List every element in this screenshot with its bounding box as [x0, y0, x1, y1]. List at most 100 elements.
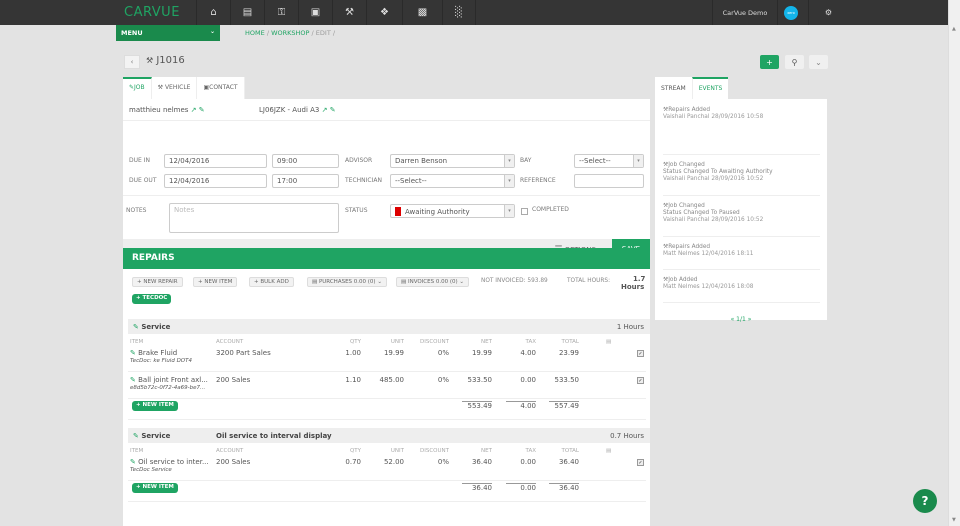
new-item-button[interactable]: + NEW ITEM [132, 483, 178, 493]
due-in-time-input[interactable]: 09:00 [272, 154, 339, 168]
pencil-icon[interactable]: ✎ [130, 349, 136, 357]
new-item-button[interactable]: + NEW ITEM [193, 277, 238, 287]
more-button[interactable]: ⌄ [809, 55, 828, 69]
notes-textarea[interactable]: Notes [169, 203, 339, 233]
settings-gear-icon[interactable]: ⚙ [808, 0, 848, 25]
box-icon[interactable]: ▣ [298, 0, 332, 25]
item-total: 533.50 [554, 376, 580, 384]
pencil-icon[interactable]: ✎ [330, 106, 336, 114]
user-menu[interactable]: CarVue Demo [712, 0, 778, 25]
menu-dropdown[interactable]: MENU ⌄ [116, 25, 220, 41]
technician-label: TECHNICIAN [345, 177, 382, 184]
event-item: ⚒Job Added Matt Nelmes 12/04/2016 18:08 [663, 277, 820, 291]
tab-contact[interactable]: ▣CONTACT [197, 77, 245, 99]
search-button[interactable]: ⚲ [785, 55, 804, 69]
column-header: ITEM [130, 448, 144, 454]
total-hours-unit: Hours [621, 283, 645, 291]
money-icon[interactable]: ▩ [402, 0, 442, 25]
add-button[interactable]: + [760, 55, 779, 69]
pencil-icon[interactable]: ✎ [133, 323, 139, 331]
scroll-up-arrow-icon[interactable]: ▲ [952, 26, 956, 32]
external-link-icon[interactable]: ↗ [322, 106, 328, 114]
not-invoiced-total: NOT INVOICED: 593.89 [481, 278, 548, 284]
page-scrollbar[interactable]: ▲ ▼ [948, 0, 960, 526]
event-item: ⚒Repairs Added Vaishali Panchal 28/09/201… [663, 107, 820, 121]
bulk-add-button[interactable]: + BULK ADD [249, 277, 294, 287]
home-icon[interactable]: ⌂ [196, 0, 230, 25]
advisor-select[interactable]: Darren Benson ▾ [390, 154, 515, 168]
tecdoc-button[interactable]: + TECDOC [132, 294, 172, 304]
advisor-value: Darren Benson [395, 157, 448, 165]
vehicle-link[interactable]: LJ06JZK - Audi A3 ↗ ✎ [259, 106, 336, 114]
pencil-icon[interactable]: ✎ [199, 106, 205, 114]
book-icon[interactable]: ▤ [230, 0, 264, 25]
due-out-time-input[interactable]: 17:00 [272, 174, 339, 188]
completed-checkbox[interactable] [521, 208, 528, 215]
service-total-net: 553.49 [462, 401, 492, 410]
wrench-icon[interactable]: ⚒ [332, 0, 366, 25]
service-name[interactable]: Service [141, 323, 170, 331]
technician-select[interactable]: --Select-- ▾ [390, 174, 515, 188]
pencil-icon[interactable]: ✎ [130, 376, 136, 384]
new-repair-button[interactable]: + NEW REPAIR [132, 277, 183, 287]
item-name[interactable]: ✎ Ball joint Front axl... [130, 376, 208, 384]
events-pagination[interactable]: « 1/1 » [655, 316, 827, 323]
scroll-down-arrow-icon[interactable]: ▼ [952, 517, 956, 523]
bay-value: --Select-- [579, 157, 611, 165]
item-name[interactable]: ✎ Brake Fluid [130, 349, 177, 357]
handshake-icon[interactable]: ❖ [366, 0, 402, 25]
purchases-dropdown[interactable]: ▤ PURCHASES 0.00 (0) ⌄ [307, 277, 387, 287]
invoice-checkbox[interactable]: ✓ [637, 377, 644, 384]
item-account: 3200 Part Sales [216, 349, 271, 357]
reference-input[interactable] [574, 174, 644, 188]
tab-stream[interactable]: STREAM [655, 77, 692, 99]
page-title: ⚒ J1016 [146, 55, 185, 66]
xero-icon[interactable]: xero [784, 6, 798, 20]
item-tax: 4.00 [520, 349, 536, 357]
item-subtext: e8d5b72c-0f72-4a69-be7... [130, 385, 206, 391]
due-out-label: DUE OUT [129, 177, 157, 184]
service-divider [128, 501, 646, 502]
service-description: Oil service to interval display [216, 432, 332, 440]
due-out-date-input[interactable]: 12/04/2016 [164, 174, 267, 188]
repairs-title: REPAIRS [123, 248, 650, 269]
column-header: NET [481, 339, 492, 345]
external-link-icon[interactable]: ↗ [191, 106, 197, 114]
invoice-checkbox[interactable]: ✓ [637, 350, 644, 357]
back-button[interactable]: ‹ [124, 55, 140, 69]
item-subtext: TecDoc Service [130, 467, 172, 473]
event-item: ⚒Job Changed Status Changed To Paused Vais… [663, 203, 820, 224]
item-discount: 0% [437, 458, 449, 466]
invoices-icon: ▤ [401, 279, 407, 285]
column-header: TOTAL [561, 448, 579, 454]
bay-select[interactable]: --Select-- ▾ [574, 154, 644, 168]
item-label: Oil service to inter... [138, 458, 209, 466]
invoices-dropdown[interactable]: ▤ INVOICES 0.00 (0) ⌄ [396, 277, 470, 287]
key-icon[interactable]: ⚿ [264, 0, 298, 25]
status-value: Awaiting Authority [405, 208, 470, 216]
breadcrumb-home[interactable]: HOME [245, 29, 265, 37]
service-name[interactable]: Service [141, 432, 170, 440]
status-select[interactable]: Awaiting Authority ▾ [390, 204, 515, 218]
advisor-label: ADVISOR [345, 157, 373, 164]
invoice-checkbox[interactable]: ✓ [637, 459, 644, 466]
pencil-icon[interactable]: ✎ [133, 432, 139, 440]
due-in-date-input[interactable]: 12/04/2016 [164, 154, 267, 168]
pencil-icon[interactable]: ✎ [130, 458, 136, 466]
chart-icon[interactable]: ░ [442, 0, 476, 25]
notes-label: NOTES [126, 207, 147, 214]
customer-link[interactable]: matthieu nelmes ↗ ✎ [129, 106, 205, 114]
breadcrumb-workshop[interactable]: WORKSHOP [271, 29, 309, 37]
event-divider [663, 154, 820, 155]
tab-vehicle[interactable]: ⚒ VEHICLE [151, 77, 198, 99]
tab-job[interactable]: ✎JOB [123, 77, 152, 99]
carvue-logo[interactable]: CARVUE [124, 5, 180, 20]
column-header: QTY [349, 448, 361, 454]
invoice-column-icon: ▤ [606, 448, 612, 454]
job-tabs: ✎JOB ⚒ VEHICLE ▣CONTACT [123, 77, 650, 99]
item-name[interactable]: ✎ Oil service to inter... [130, 458, 209, 466]
tab-events[interactable]: EVENTS [691, 77, 729, 99]
help-button[interactable]: ? [913, 489, 937, 513]
new-item-button[interactable]: + NEW ITEM [132, 401, 178, 411]
item-label: Brake Fluid [138, 349, 178, 357]
